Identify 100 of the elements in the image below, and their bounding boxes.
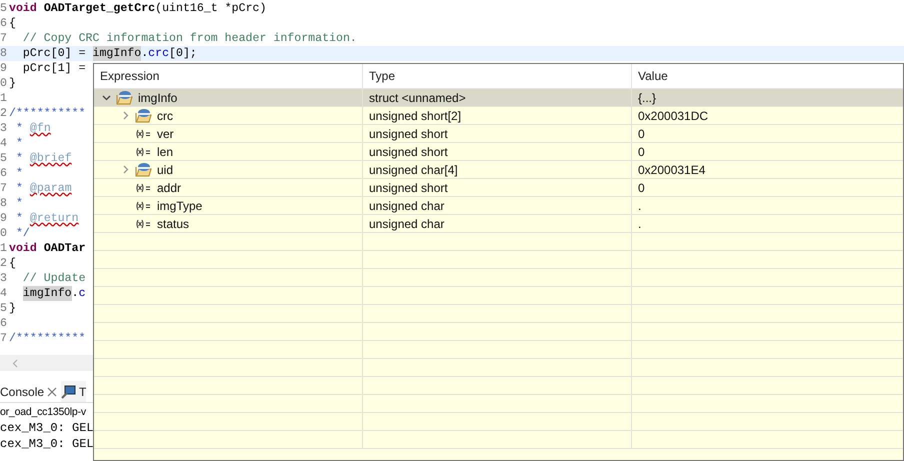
- code-text: *: [16, 166, 23, 181]
- variable-icon: [135, 218, 152, 228]
- code-text: OADTar: [44, 241, 86, 256]
- code-text: imgInfo: [92, 46, 142, 61]
- code-text: @fn: [30, 121, 51, 136]
- line-number: 6: [0, 166, 8, 181]
- code-text: .: [141, 46, 148, 61]
- expression-text: len: [157, 144, 174, 160]
- column-header[interactable]: Value: [632, 64, 901, 88]
- code-text: }: [9, 301, 16, 316]
- code-text: *: [16, 121, 23, 136]
- column-header[interactable]: Type: [363, 64, 632, 88]
- code-text: .: [72, 286, 79, 301]
- type-text: struct <unnamed>: [369, 90, 466, 106]
- close-icon[interactable]: [47, 386, 58, 396]
- line-number: 8: [0, 196, 8, 211]
- value-text: 0: [638, 144, 645, 160]
- variable-icon: [135, 182, 152, 192]
- expression-text: imgType: [157, 198, 202, 214]
- line-number: 7: [0, 331, 8, 346]
- line-number: 7: [0, 31, 8, 46]
- expression-text: uid: [157, 162, 174, 178]
- type-text: unsigned char: [369, 198, 444, 214]
- tree-row[interactable]: addr unsigned short 0: [94, 179, 903, 197]
- tree-row[interactable]: imgInfo struct <unnamed> {...}: [94, 89, 903, 107]
- code-text: /**********: [9, 331, 86, 346]
- line-number: 0: [0, 76, 8, 91]
- code-text: OADTarget_getCrc: [44, 1, 156, 16]
- code-text: *: [16, 151, 23, 166]
- code-text: }: [9, 76, 16, 91]
- code-text: *: [16, 196, 23, 211]
- type-text: unsigned short: [369, 180, 448, 196]
- type-text: unsigned char: [369, 216, 444, 232]
- terminal-icon: [61, 384, 76, 398]
- line-number: 5: [0, 1, 8, 16]
- line-number: 3: [0, 121, 8, 136]
- tree-row[interactable]: uid unsigned char[4] 0x200031E4: [94, 161, 903, 179]
- folder-icon: [135, 108, 152, 123]
- expression-text: addr: [157, 180, 182, 196]
- code-text: crc: [148, 46, 170, 61]
- value-text: 0: [638, 126, 645, 142]
- code-text: // Update: [22, 271, 86, 286]
- type-text: unsigned char[4]: [369, 162, 458, 178]
- tree-row[interactable]: crc unsigned short[2] 0x200031DC: [94, 107, 903, 125]
- line-number: 4: [0, 136, 8, 151]
- tree-row[interactable]: len unsigned short 0: [94, 143, 903, 161]
- type-text: unsigned short: [369, 126, 448, 142]
- code-text: (uint16_t *pCrc): [155, 1, 266, 16]
- line-number: 9: [0, 61, 8, 76]
- line-number: 6: [0, 316, 8, 331]
- variable-icon: [135, 146, 152, 156]
- column-header[interactable]: Expression: [94, 64, 363, 88]
- line-number: 2: [0, 256, 8, 271]
- value-text: 0x200031E4: [638, 162, 706, 178]
- code-text: @return: [30, 211, 79, 226]
- code-text: pCrc[1] =: [22, 61, 86, 76]
- view-tab[interactable]: T: [61, 381, 86, 402]
- line-number: 2: [0, 106, 8, 121]
- horizontal-scrollbar[interactable]: [0, 355, 93, 371]
- tree-row[interactable]: status unsigned char .: [94, 215, 903, 233]
- value-text: .: [638, 198, 642, 214]
- code-text: */: [16, 226, 30, 241]
- console-line: cex_M3_0: GEL: [0, 436, 95, 452]
- tree-row[interactable]: ver unsigned short 0: [94, 125, 903, 143]
- variable-icon: [135, 128, 152, 138]
- code-text: {: [9, 256, 16, 271]
- tree-row[interactable]: imgType unsigned char .: [94, 197, 903, 215]
- expression-text: ver: [157, 126, 174, 142]
- line-number: 1: [0, 241, 8, 256]
- line-number: 0: [0, 226, 8, 241]
- scroll-left-icon[interactable]: [12, 358, 18, 368]
- line-number: 1: [0, 91, 8, 106]
- chevron-icon[interactable]: [102, 93, 111, 102]
- folder-icon: [135, 162, 152, 177]
- code-text: /**********: [9, 106, 86, 121]
- line-number: 7: [0, 181, 8, 196]
- code-text: c: [78, 286, 86, 301]
- code-text: *: [16, 181, 23, 196]
- code-text: [0];: [169, 46, 197, 61]
- value-text: 0x200031DC: [638, 108, 708, 124]
- line-number: 9: [0, 211, 8, 226]
- line-number: 3: [0, 271, 8, 286]
- line-number: 5: [0, 301, 8, 316]
- variable-icon: [135, 200, 152, 210]
- console-line: cex_M3_0: GEL: [0, 420, 95, 436]
- value-text: 0: [638, 180, 645, 196]
- code-text: void: [9, 241, 37, 256]
- expression-text: status: [157, 216, 190, 232]
- code-text: @param: [30, 181, 72, 196]
- code-text: *: [16, 211, 23, 226]
- console-line: or_oad_cc1350lp-v: [0, 405, 87, 420]
- code-text: {: [9, 16, 16, 31]
- folder-icon: [116, 90, 133, 105]
- line-number: 5: [0, 151, 8, 166]
- code-text: void: [9, 1, 37, 16]
- line-number: 6: [0, 16, 8, 31]
- type-text: unsigned short[2]: [369, 108, 462, 124]
- code-text: *: [16, 136, 23, 151]
- expression-text: imgInfo: [138, 90, 178, 106]
- line-number: 8: [0, 46, 8, 61]
